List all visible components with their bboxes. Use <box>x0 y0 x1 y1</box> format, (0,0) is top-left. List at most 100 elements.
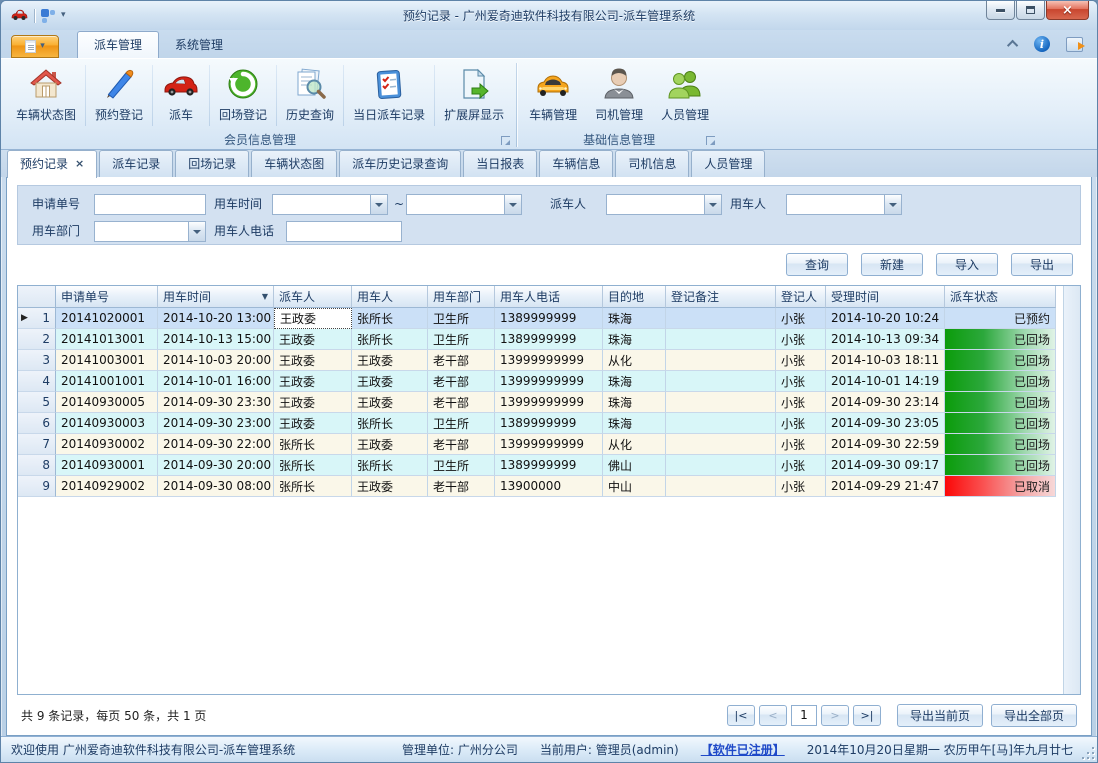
combo-dropdown-button[interactable] <box>704 195 721 214</box>
doc-tab-personnel[interactable]: 人员管理 <box>691 150 765 177</box>
cell[interactable]: 20141003001 <box>56 350 158 371</box>
cell[interactable]: 王政委 <box>352 371 428 392</box>
import-button[interactable]: 导入 <box>936 253 998 276</box>
cell[interactable]: 小张 <box>776 392 826 413</box>
column-header[interactable]: 用车人 <box>352 286 428 308</box>
status-cell[interactable]: 已预约 <box>945 308 1056 329</box>
page-number-input[interactable] <box>791 705 817 726</box>
combo-dropdown-button[interactable] <box>884 195 901 214</box>
status-cell[interactable]: 已回场 <box>945 413 1056 434</box>
row-indicator[interactable]: 4 <box>18 371 56 392</box>
status-cell[interactable]: 已回场 <box>945 350 1056 371</box>
cell[interactable]: 20141020001 <box>56 308 158 329</box>
cell[interactable]: 20140929002 <box>56 476 158 497</box>
status-cell[interactable]: 已回场 <box>945 455 1056 476</box>
status-cell[interactable]: 已取消 <box>945 476 1056 497</box>
cell[interactable]: 2014-09-30 23:05 <box>826 413 945 434</box>
cell[interactable]: 2014-10-13 15:00 <box>158 329 274 350</box>
doc-tab-reservation-records[interactable]: 预约记录 × <box>7 150 97 178</box>
cell[interactable]: 2014-09-30 09:17 <box>826 455 945 476</box>
cell[interactable]: 1389999999 <box>495 413 603 434</box>
logoff-icon[interactable] <box>1066 37 1083 52</box>
cell[interactable]: 张所长 <box>352 455 428 476</box>
cell[interactable]: 13900000 <box>495 476 603 497</box>
request-no-input[interactable] <box>94 194 206 215</box>
cell[interactable]: 小张 <box>776 413 826 434</box>
cell[interactable]: 卫生所 <box>428 329 495 350</box>
cell[interactable]: 老干部 <box>428 350 495 371</box>
return-register-button[interactable]: 回场登记 <box>210 61 276 130</box>
cell[interactable]: 卫生所 <box>428 413 495 434</box>
column-header[interactable]: 派车人 <box>274 286 352 308</box>
cell[interactable]: 13999999999 <box>495 350 603 371</box>
cell[interactable] <box>666 329 776 350</box>
chevron-down-icon[interactable]: ▾ <box>61 11 66 20</box>
extended-screen-button[interactable]: 扩展屏显示 <box>435 61 513 130</box>
row-indicator[interactable]: 6 <box>18 413 56 434</box>
table-row[interactable]: ▶1201410200012014-10-20 13:00王政委张所长卫生所13… <box>18 308 1063 329</box>
cell[interactable]: 2014-09-30 08:00 <box>158 476 274 497</box>
cell[interactable]: 珠海 <box>603 308 666 329</box>
cell[interactable]: 张所长 <box>352 308 428 329</box>
use-time-from-combo[interactable] <box>272 194 388 215</box>
column-header[interactable]: 用车部门 <box>428 286 495 308</box>
cell[interactable]: 2014-09-30 20:00 <box>158 455 274 476</box>
cell[interactable]: 2014-09-30 23:14 <box>826 392 945 413</box>
cell[interactable] <box>666 434 776 455</box>
row-indicator[interactable]: 9 <box>18 476 56 497</box>
cell[interactable]: 2014-09-30 22:59 <box>826 434 945 455</box>
car-user-combo[interactable] <box>786 194 902 215</box>
cell[interactable]: 从化 <box>603 434 666 455</box>
cell[interactable]: 2014-09-30 23:00 <box>158 413 274 434</box>
personnel-management-button[interactable]: 人员管理 <box>652 61 718 130</box>
cell[interactable] <box>666 476 776 497</box>
doc-tab-dispatch-records[interactable]: 派车记录 <box>99 150 173 177</box>
cell[interactable]: 佛山 <box>603 455 666 476</box>
cell[interactable] <box>666 392 776 413</box>
status-cell[interactable]: 已回场 <box>945 371 1056 392</box>
column-header[interactable]: 受理时间 <box>826 286 945 308</box>
cell[interactable]: 2014-10-13 09:34 <box>826 329 945 350</box>
export-all-pages-button[interactable]: 导出全部页 <box>991 704 1077 727</box>
cell[interactable] <box>666 455 776 476</box>
cell[interactable]: 珠海 <box>603 413 666 434</box>
combo-dropdown-button[interactable] <box>188 222 205 241</box>
doc-tab-return-records[interactable]: 回场记录 <box>175 150 249 177</box>
cell[interactable]: 小张 <box>776 308 826 329</box>
doc-tab-daily-report[interactable]: 当日报表 <box>463 150 537 177</box>
table-row[interactable]: 8201409300012014-09-30 20:00张所长张所长卫生所138… <box>18 455 1063 476</box>
row-indicator[interactable]: 3 <box>18 350 56 371</box>
cell[interactable]: 王政委 <box>274 329 352 350</box>
cell[interactable]: 20140930002 <box>56 434 158 455</box>
doc-tab-history-query[interactable]: 派车历史记录查询 <box>339 150 461 177</box>
ribbon-tab-dispatch[interactable]: 派车管理 <box>77 31 159 58</box>
dispatcher-combo[interactable] <box>606 194 722 215</box>
cell[interactable]: 王政委 <box>274 413 352 434</box>
cell[interactable]: 王政委 <box>352 350 428 371</box>
cell[interactable]: 13999999999 <box>495 434 603 455</box>
cell[interactable]: 张所长 <box>352 413 428 434</box>
cell[interactable]: 小张 <box>776 476 826 497</box>
row-indicator[interactable]: 7 <box>18 434 56 455</box>
cell[interactable] <box>666 350 776 371</box>
status-cell[interactable]: 已回场 <box>945 392 1056 413</box>
cell[interactable]: 2014-10-03 20:00 <box>158 350 274 371</box>
cell[interactable]: 王政委 <box>274 350 352 371</box>
department-combo[interactable] <box>94 221 206 242</box>
cell[interactable] <box>666 413 776 434</box>
layout-grid-icon[interactable] <box>41 9 55 23</box>
next-page-button[interactable]: > <box>821 705 849 726</box>
cell[interactable]: 王政委 <box>274 308 352 329</box>
first-page-button[interactable]: |< <box>727 705 755 726</box>
vehicle-status-chart-button[interactable]: 车辆状态图 <box>7 61 85 130</box>
cell[interactable]: 1389999999 <box>495 329 603 350</box>
cell[interactable]: 老干部 <box>428 371 495 392</box>
table-row[interactable]: 9201409290022014-09-30 08:00张所长王政委老干部139… <box>18 476 1063 497</box>
info-icon[interactable]: i <box>1034 36 1050 52</box>
history-query-button[interactable]: 历史查询 <box>277 61 343 130</box>
cell[interactable]: 2014-10-01 16:00 <box>158 371 274 392</box>
cell[interactable]: 珠海 <box>603 371 666 392</box>
new-button[interactable]: 新建 <box>861 253 923 276</box>
doc-tab-driver-info[interactable]: 司机信息 <box>615 150 689 177</box>
cell[interactable]: 20140930005 <box>56 392 158 413</box>
